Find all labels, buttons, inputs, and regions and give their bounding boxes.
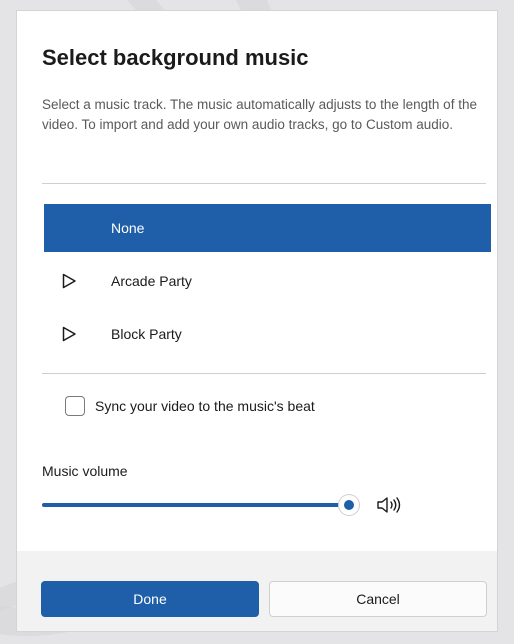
done-button[interactable]: Done	[41, 581, 259, 617]
slider-track-fill	[42, 503, 349, 507]
cancel-button[interactable]: Cancel	[269, 581, 487, 617]
play-icon[interactable]	[61, 326, 77, 342]
dialog-footer: Done Cancel	[17, 551, 497, 631]
dialog-description: Select a music track. The music automati…	[42, 97, 477, 132]
sync-checkbox[interactable]	[65, 396, 85, 416]
middle-divider	[42, 373, 486, 374]
track-item-arcade-party[interactable]: Arcade Party	[44, 257, 491, 305]
top-divider	[42, 183, 486, 184]
track-label: None	[111, 220, 145, 236]
music-volume-label: Music volume	[42, 463, 128, 479]
play-icon[interactable]	[61, 273, 77, 289]
sync-label: Sync your video to the music's beat	[95, 398, 315, 414]
speaker-volume-icon[interactable]	[376, 495, 406, 515]
track-label: Block Party	[111, 326, 182, 342]
dialog-title: Select background music	[42, 45, 309, 70]
music-track-list: None Arcade Party Block Party	[44, 204, 491, 363]
background-music-dialog: Select background music Select a music t…	[16, 10, 498, 632]
sync-to-beat-option[interactable]: Sync your video to the music's beat	[65, 394, 315, 418]
music-volume-slider[interactable]	[42, 493, 359, 517]
slider-thumb[interactable]	[339, 495, 359, 515]
track-item-none[interactable]: None	[44, 204, 491, 252]
track-item-block-party[interactable]: Block Party	[44, 310, 491, 358]
track-label: Arcade Party	[111, 273, 192, 289]
